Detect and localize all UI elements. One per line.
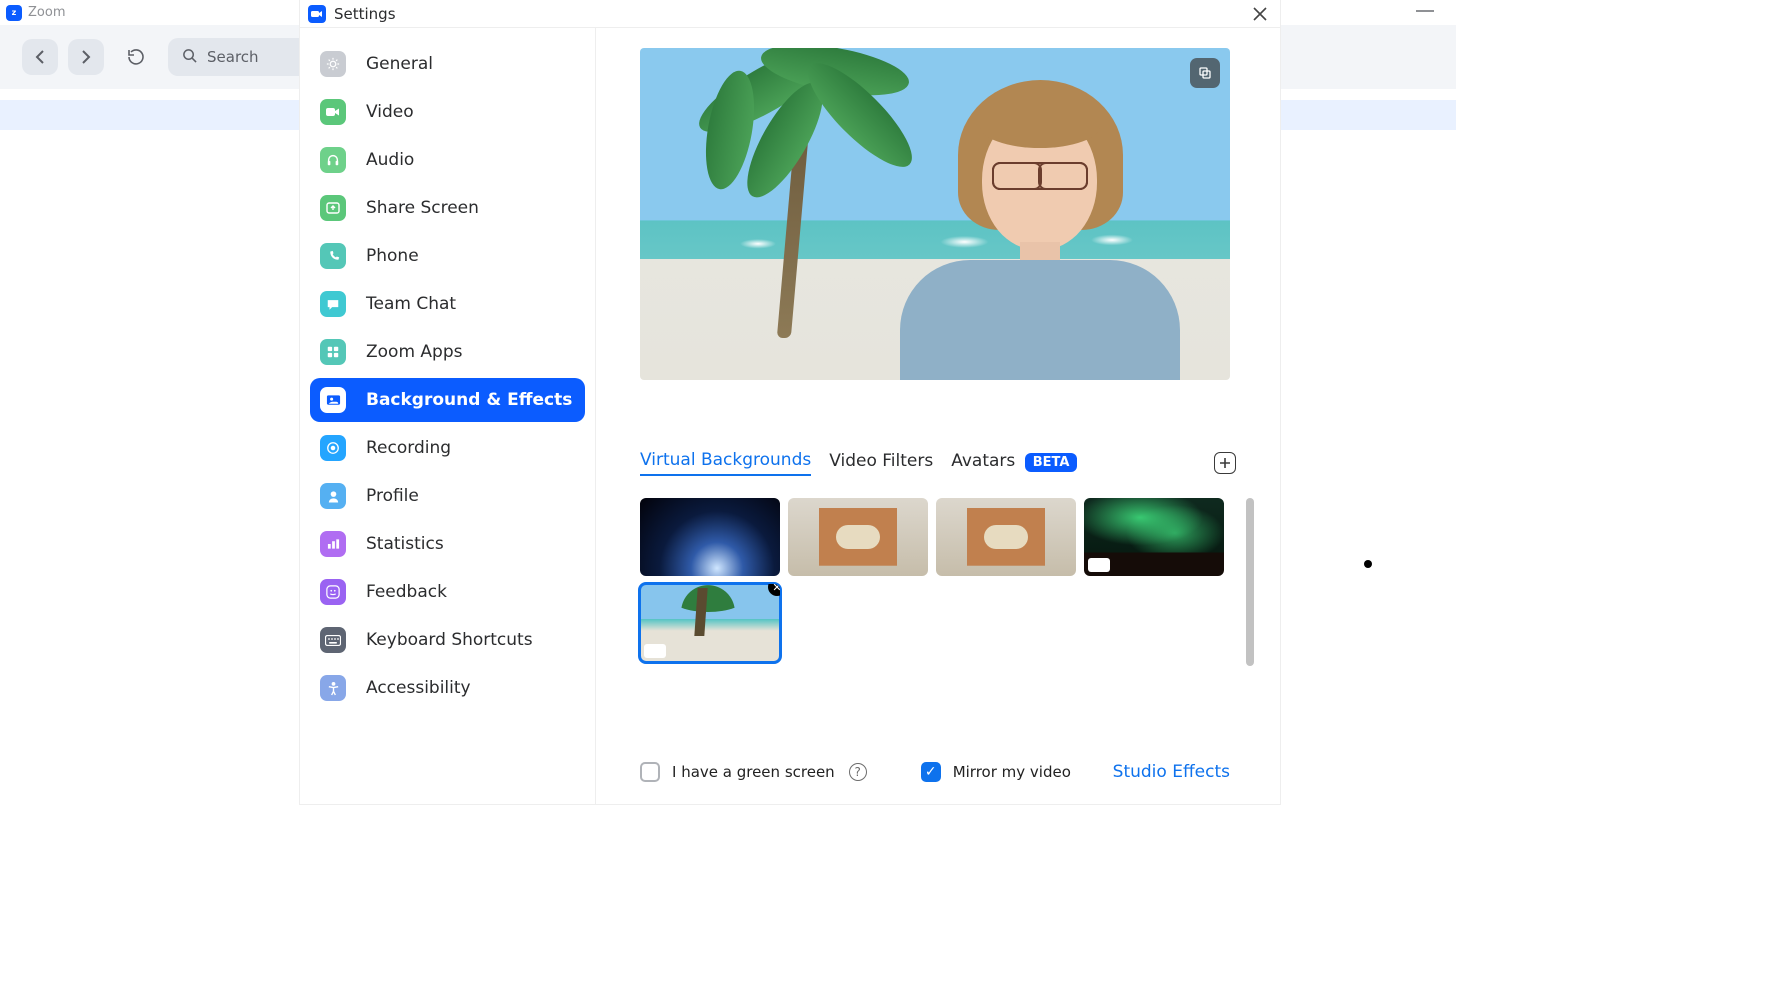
bg-thumbnail-office-1[interactable] [788, 498, 928, 576]
video-camera-icon [320, 99, 346, 125]
sidebar-item-keyboard-shortcuts[interactable]: Keyboard Shortcuts [310, 618, 585, 662]
greenscreen-label: I have a green screen [672, 763, 835, 781]
background-tabs: Virtual Backgrounds Video Filters Avatar… [640, 450, 1236, 476]
rotate-icon [1197, 65, 1213, 81]
phone-icon [320, 243, 346, 269]
background-thumbnails: ✕ [640, 498, 1224, 662]
zoom-app-icon: z [6, 5, 22, 21]
sidebar-item-background-effects[interactable]: Background & Effects [310, 378, 585, 422]
chart-bar-icon [320, 531, 346, 557]
minimize-icon[interactable] [1416, 10, 1434, 12]
sidebar-item-accessibility[interactable]: Accessibility [310, 666, 585, 710]
sidebar-item-label: Feedback [366, 582, 447, 602]
studio-effects-link[interactable]: Studio Effects [1113, 762, 1230, 782]
sidebar-item-phone[interactable]: Phone [310, 234, 585, 278]
thumbnails-scrollbar[interactable] [1246, 498, 1254, 666]
gear-icon [320, 51, 346, 77]
beta-badge: BETA [1025, 453, 1078, 472]
rotate-camera-button[interactable] [1190, 58, 1220, 88]
video-indicator-icon [1088, 558, 1110, 572]
settings-content-panel: Virtual Backgrounds Video Filters Avatar… [596, 28, 1280, 804]
bg-thumbnail-office-2[interactable] [936, 498, 1076, 576]
sidebar-item-recording[interactable]: Recording [310, 426, 585, 470]
sidebar-item-team-chat[interactable]: Team Chat [310, 282, 585, 326]
sidebar-item-zoom-apps[interactable]: Zoom Apps [310, 330, 585, 374]
close-icon [1253, 7, 1267, 21]
search-icon [182, 48, 197, 67]
chevron-right-icon [81, 50, 91, 64]
bg-thumbnail-earth[interactable] [640, 498, 780, 576]
modal-title: Settings [334, 5, 396, 23]
tab-virtual-backgrounds[interactable]: Virtual Backgrounds [640, 450, 811, 476]
sidebar-item-label: Zoom Apps [366, 342, 462, 362]
plus-icon [1219, 457, 1231, 469]
greenscreen-checkbox[interactable] [640, 762, 660, 782]
sidebar-item-statistics[interactable]: Statistics [310, 522, 585, 566]
sidebar-item-label: Background & Effects [366, 390, 572, 410]
mirror-label: Mirror my video [953, 763, 1071, 781]
accessibility-icon [320, 675, 346, 701]
smiley-icon [320, 579, 346, 605]
greenscreen-help-icon[interactable]: ? [849, 763, 867, 781]
sidebar-item-video[interactable]: Video [310, 90, 585, 134]
background-options-row: I have a green screen ? ✓ Mirror my vide… [640, 762, 1230, 782]
tab-video-filters[interactable]: Video Filters [829, 451, 933, 475]
tab-avatars-label: Avatars [951, 451, 1015, 471]
nav-back-button[interactable] [22, 39, 58, 75]
history-icon [126, 47, 146, 67]
sidebar-item-label: Share Screen [366, 198, 479, 218]
sidebar-item-label: Keyboard Shortcuts [366, 630, 533, 650]
sidebar-item-label: Phone [366, 246, 419, 266]
zoom-app-icon [308, 5, 326, 23]
mirror-checkbox[interactable]: ✓ [921, 762, 941, 782]
sidebar-item-share-screen[interactable]: Share Screen [310, 186, 585, 230]
sidebar-item-general[interactable]: General [310, 42, 585, 86]
sidebar-item-feedback[interactable]: Feedback [310, 570, 585, 614]
keyboard-icon [320, 627, 346, 653]
close-button[interactable] [1248, 2, 1272, 26]
settings-sidebar: General Video Audio Share Screen [300, 28, 596, 804]
chat-icon [320, 291, 346, 317]
chevron-left-icon [35, 50, 45, 64]
background-icon [320, 387, 346, 413]
sidebar-item-label: Profile [366, 486, 419, 506]
sidebar-item-label: Recording [366, 438, 451, 458]
share-screen-icon [320, 195, 346, 221]
sidebar-item-label: Statistics [366, 534, 444, 554]
modal-title-bar: Settings [300, 0, 1280, 28]
record-icon [320, 435, 346, 461]
headphones-icon [320, 147, 346, 173]
bg-thumbnail-aurora[interactable] [1084, 498, 1224, 576]
sidebar-item-label: Audio [366, 150, 414, 170]
sidebar-item-profile[interactable]: Profile [310, 474, 585, 518]
nav-forward-button[interactable] [68, 39, 104, 75]
sidebar-item-audio[interactable]: Audio [310, 138, 585, 182]
remove-thumbnail-button[interactable]: ✕ [768, 584, 780, 596]
add-background-button[interactable] [1214, 452, 1236, 474]
camera-indicator-dot [1364, 560, 1372, 568]
history-button[interactable] [118, 39, 154, 75]
app-title: Zoom [28, 5, 65, 20]
sidebar-item-label: Video [366, 102, 414, 122]
sidebar-item-label: Accessibility [366, 678, 471, 698]
user-icon [320, 483, 346, 509]
sidebar-item-label: Team Chat [366, 294, 456, 314]
sidebar-item-label: General [366, 54, 433, 74]
apps-icon [320, 339, 346, 365]
tab-avatars[interactable]: Avatars BETA [951, 451, 1077, 476]
video-indicator-icon [644, 644, 666, 658]
bg-thumbnail-beach[interactable]: ✕ [640, 584, 780, 662]
video-preview [640, 48, 1230, 380]
settings-modal: Settings General Video [300, 0, 1280, 804]
